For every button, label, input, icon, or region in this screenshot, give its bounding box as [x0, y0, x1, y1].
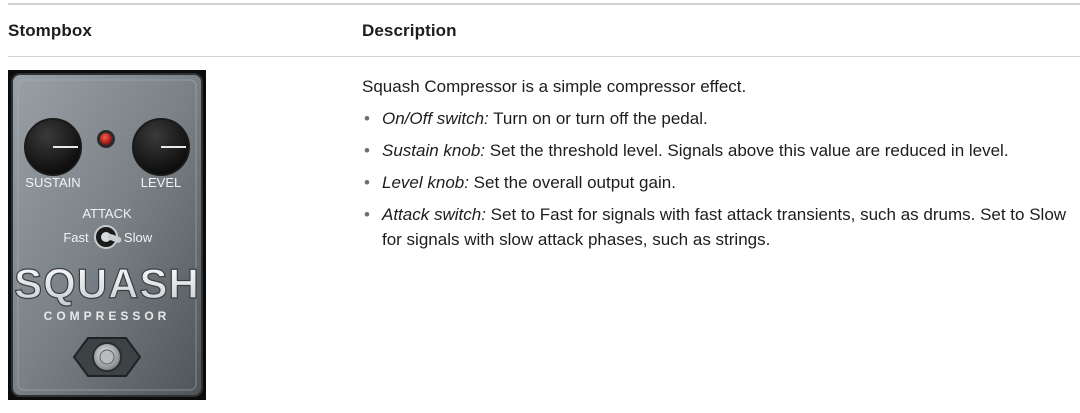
- control-list: • On/Off switch: Turn on or turn off the …: [362, 106, 1074, 252]
- slow-label: Slow: [124, 230, 153, 245]
- squash-logo: SQUASH: [14, 260, 200, 307]
- level-label: LEVEL: [141, 175, 181, 190]
- bullet-icon: •: [364, 141, 370, 160]
- item-term: Attack switch:: [382, 205, 486, 224]
- column-header-description: Description: [362, 21, 457, 40]
- squash-compressor-pedal-image: SUSTAIN LEVEL ATTACK Fast Slow SQUASH CO…: [8, 70, 206, 400]
- sustain-label: SUSTAIN: [25, 175, 80, 190]
- list-item: • Sustain knob: Set the threshold level. …: [362, 138, 1074, 163]
- table-top-rule: [8, 3, 1080, 5]
- description-cell: Squash Compressor is a simple compressor…: [362, 74, 1074, 259]
- bullet-icon: •: [364, 109, 370, 128]
- list-item: • On/Off switch: Turn on or turn off the …: [362, 106, 1074, 131]
- compressor-logo: COMPRESSOR: [44, 309, 171, 323]
- bullet-icon: •: [364, 173, 370, 192]
- list-item: • Level knob: Set the overall output gain…: [362, 170, 1074, 195]
- item-term: On/Off switch:: [382, 109, 489, 128]
- attack-label: ATTACK: [82, 206, 132, 221]
- description-intro: Squash Compressor is a simple compressor…: [362, 77, 747, 96]
- level-knob: [132, 118, 190, 176]
- item-text: Turn on or turn off the pedal.: [488, 109, 708, 128]
- fast-label: Fast: [63, 230, 89, 245]
- column-header-stompbox: Stompbox: [8, 21, 92, 40]
- footswitch-icon: [72, 337, 142, 377]
- item-term: Level knob:: [382, 173, 469, 192]
- header-divider: [8, 56, 1080, 57]
- item-term: Sustain knob:: [382, 141, 486, 160]
- list-item: • Attack switch: Set to Fast for signals …: [362, 202, 1074, 252]
- bullet-icon: •: [364, 205, 370, 224]
- item-text: Set the threshold level. Signals above t…: [485, 141, 1009, 160]
- item-text: Set the overall output gain.: [468, 173, 676, 192]
- led-indicator-icon: [97, 130, 115, 148]
- sustain-knob: [24, 118, 82, 176]
